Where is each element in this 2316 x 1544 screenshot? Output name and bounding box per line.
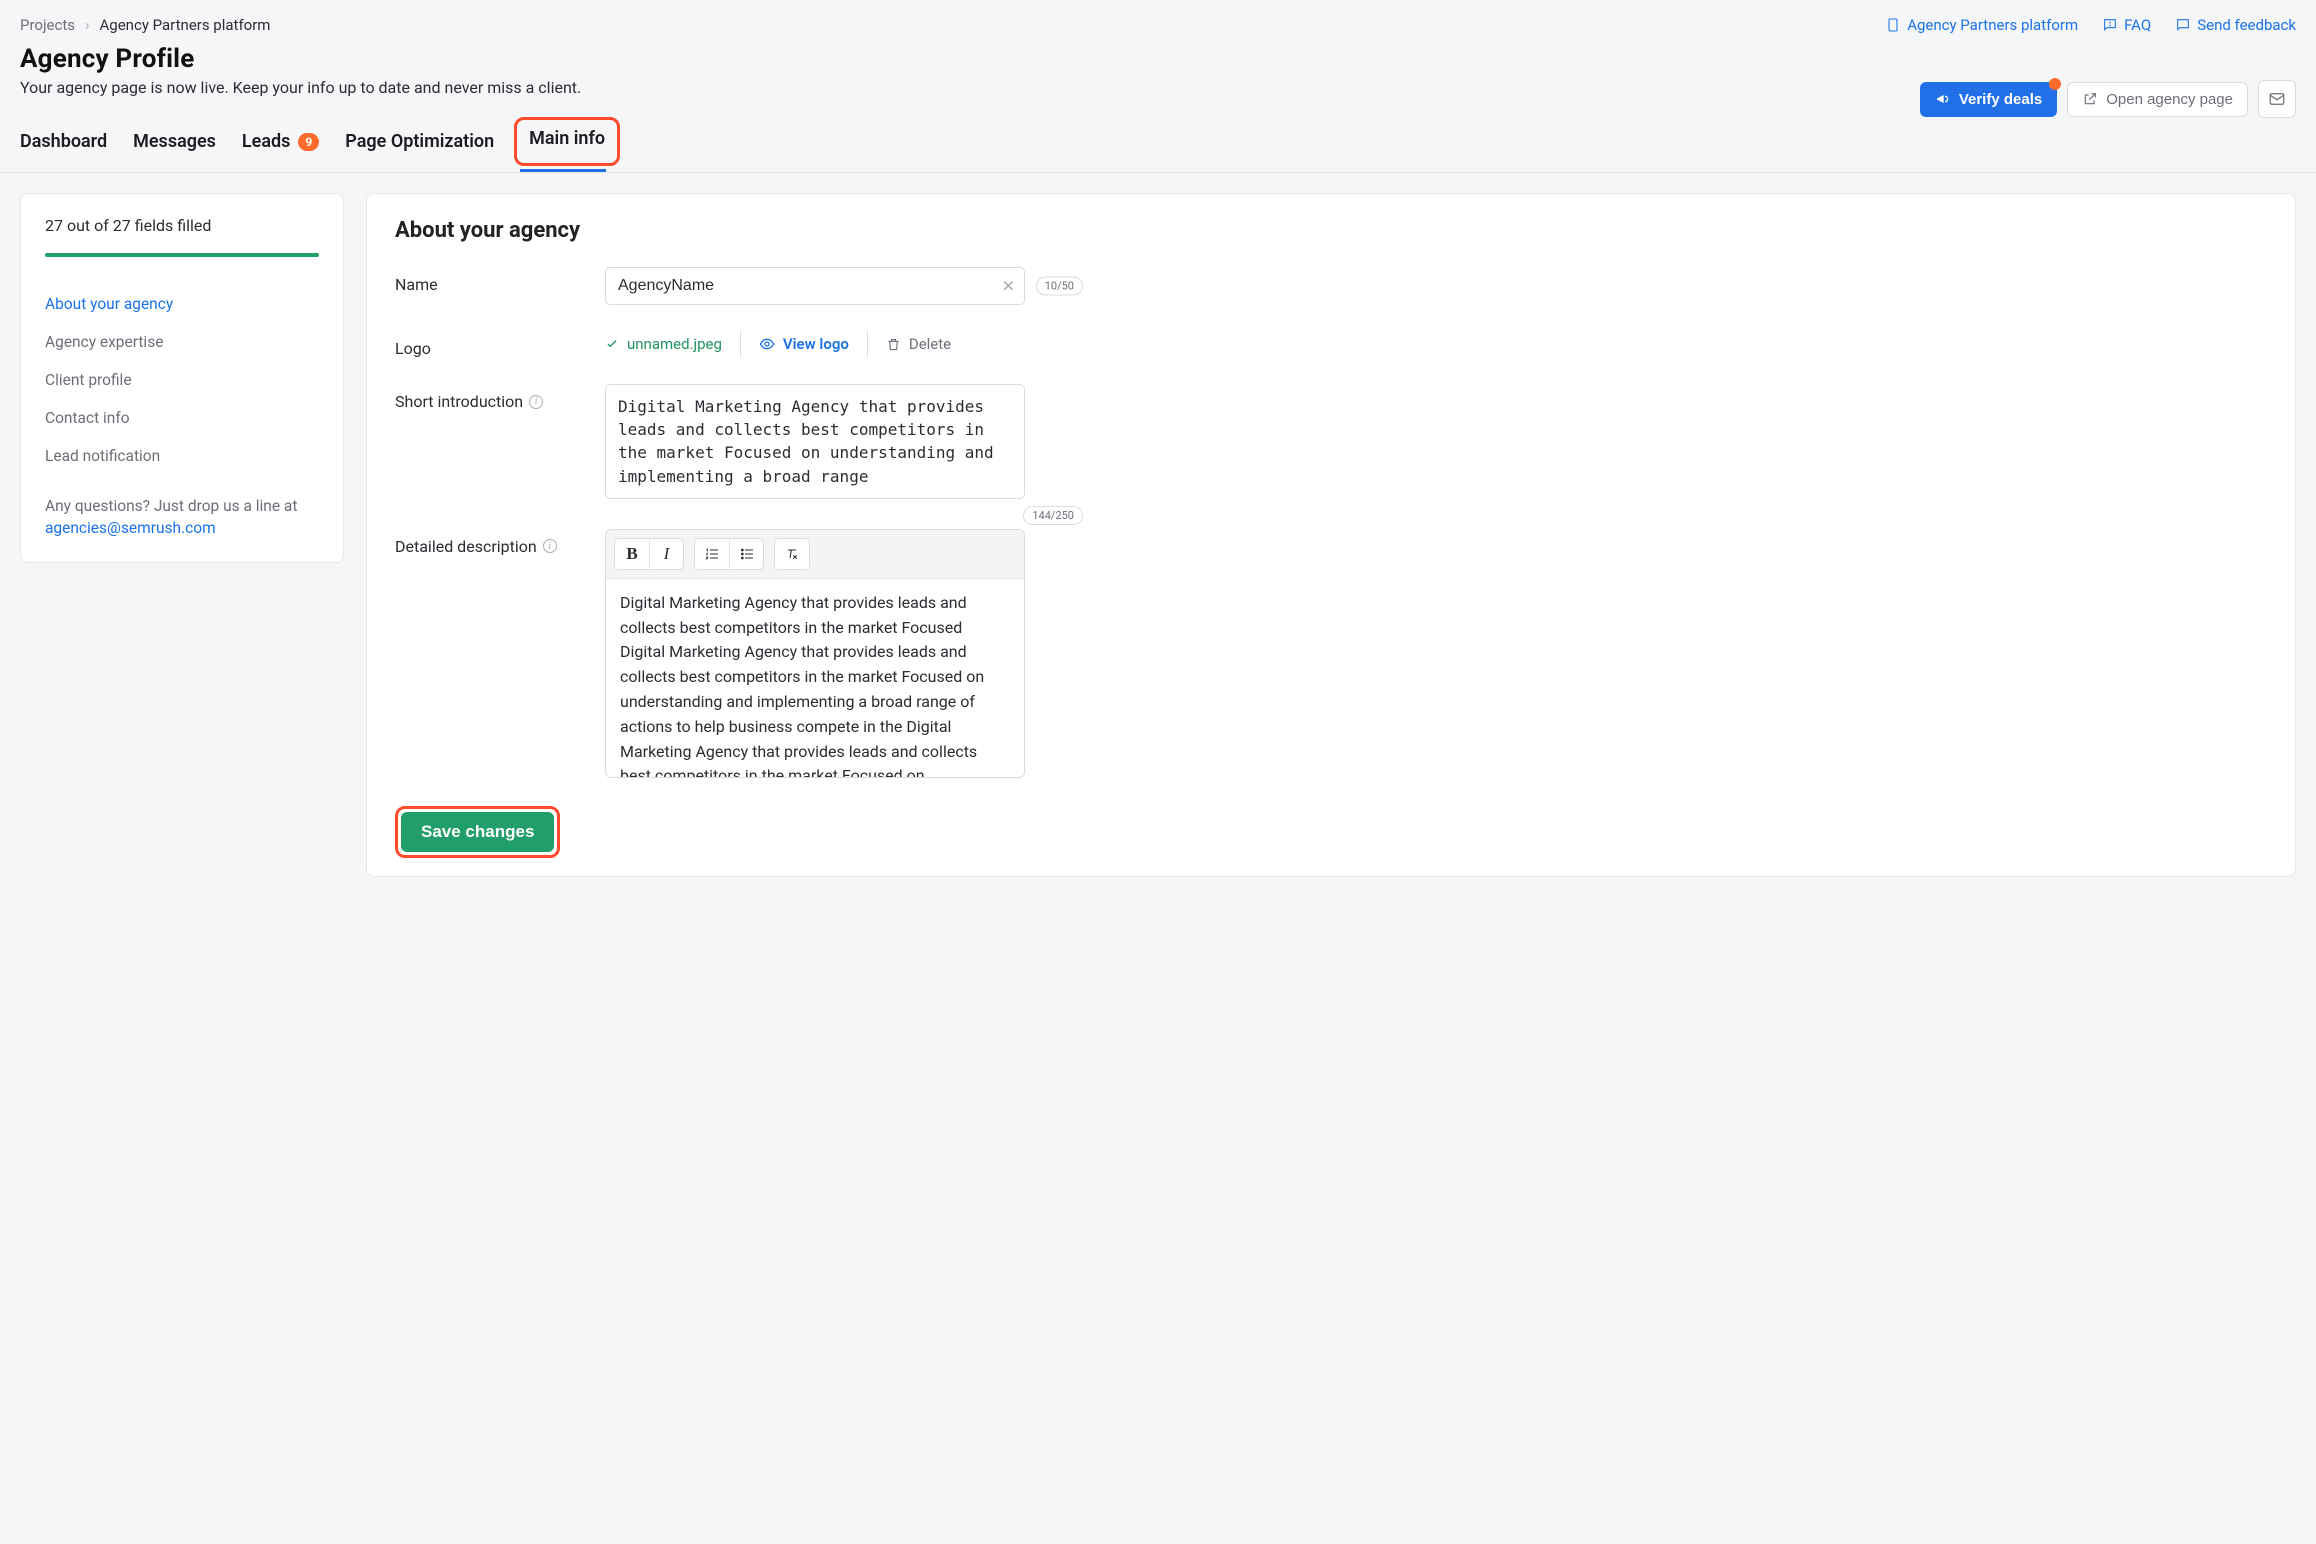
eye-icon — [759, 336, 775, 352]
row-short-intro: Short introduction i 144/250 — [395, 384, 2267, 503]
row-logo: Logo unnamed.jpeg View logo Delete — [395, 331, 2267, 358]
save-highlight: Save changes — [395, 806, 560, 858]
external-link-icon — [2082, 91, 2098, 107]
row-detailed-desc: Detailed description i B I — [395, 529, 2267, 778]
clear-format-icon — [784, 546, 800, 562]
detailed-desc-textarea[interactable]: Digital Marketing Agency that provides l… — [606, 579, 1024, 777]
label-short-intro-text: Short introduction — [395, 392, 523, 411]
view-logo-button[interactable]: View logo — [740, 331, 867, 357]
progress-label: 27 out of 27 fields filled — [45, 216, 319, 235]
link-faq-label: FAQ — [2124, 16, 2151, 34]
info-icon[interactable]: i — [543, 539, 557, 553]
rte-ordered-list-button[interactable] — [695, 539, 729, 569]
sidebar-item-lead-notification[interactable]: Lead notification — [45, 437, 319, 475]
sidebar-help-email[interactable]: agencies@semrush.com — [45, 519, 216, 537]
main-card: About your agency Name ✕ 10/50 Logo unna… — [366, 193, 2296, 877]
feedback-icon — [2175, 17, 2191, 33]
rte-toolbar: B I — [606, 530, 1024, 579]
top-links: Agency Partners platform FAQ Send feedba… — [1885, 16, 2296, 34]
short-intro-counter: 144/250 — [1023, 506, 1083, 525]
label-name: Name — [395, 267, 585, 294]
tab-main-info-highlight: Main info — [514, 117, 620, 166]
breadcrumb-current[interactable]: Agency Partners platform — [100, 16, 271, 34]
tab-main-info[interactable]: Main info — [520, 125, 614, 172]
label-short-intro: Short introduction i — [395, 384, 585, 411]
short-intro-textarea[interactable] — [605, 384, 1025, 499]
view-logo-label: View logo — [783, 335, 849, 353]
tab-messages[interactable]: Messages — [133, 131, 216, 166]
notification-dot-icon — [2049, 78, 2061, 90]
save-bar: Save changes — [395, 788, 2267, 876]
link-faq[interactable]: FAQ — [2102, 16, 2151, 34]
row-name: Name ✕ 10/50 — [395, 267, 2267, 305]
progress-bar — [45, 253, 319, 257]
megaphone-icon — [1935, 91, 1951, 107]
sidebar-nav: About your agency Agency expertise Clien… — [45, 285, 319, 475]
info-icon[interactable]: i — [529, 395, 543, 409]
sidebar-item-contact-info[interactable]: Contact info — [45, 399, 319, 437]
ordered-list-icon — [704, 546, 720, 562]
breadcrumb: Projects › Agency Partners platform — [20, 16, 270, 34]
delete-logo-button[interactable]: Delete — [867, 331, 969, 357]
mail-icon — [2268, 90, 2286, 108]
trash-icon — [886, 337, 901, 352]
inbox-button[interactable] — [2258, 80, 2296, 118]
clear-name-icon[interactable]: ✕ — [1002, 277, 1015, 296]
device-icon — [1885, 17, 1901, 33]
verify-deals-label: Verify deals — [1959, 91, 2042, 108]
faq-icon — [2102, 17, 2118, 33]
unordered-list-icon — [739, 546, 755, 562]
link-platform-label: Agency Partners platform — [1907, 16, 2078, 34]
tab-page-optimization[interactable]: Page Optimization — [345, 131, 494, 166]
label-logo: Logo — [395, 331, 585, 358]
sidebar-card: 27 out of 27 fields filled About your ag… — [20, 193, 344, 563]
sidebar-help-text: Any questions? Just drop us a line at — [45, 497, 297, 515]
logo-filename: unnamed.jpeg — [605, 331, 740, 357]
breadcrumb-root[interactable]: Projects — [20, 16, 75, 34]
sidebar-item-expertise[interactable]: Agency expertise — [45, 323, 319, 361]
sidebar-help: Any questions? Just drop us a line at ag… — [45, 495, 319, 540]
check-icon — [605, 337, 619, 351]
logo-filename-text: unnamed.jpeg — [627, 335, 722, 353]
save-changes-button[interactable]: Save changes — [401, 812, 554, 852]
tab-leads[interactable]: Leads 9 — [242, 131, 319, 166]
header-actions: Verify deals Open agency page — [1920, 80, 2296, 118]
open-agency-page-button[interactable]: Open agency page — [2067, 82, 2248, 117]
sidebar-item-client-profile[interactable]: Client profile — [45, 361, 319, 399]
chevron-right-icon: › — [85, 16, 90, 34]
label-detailed-desc: Detailed description i — [395, 529, 585, 556]
rte-clear-format-button[interactable] — [775, 539, 809, 569]
rte-unordered-list-button[interactable] — [729, 539, 763, 569]
leads-count-badge: 9 — [298, 133, 319, 151]
delete-logo-label: Delete — [909, 335, 951, 353]
rte-italic-button[interactable]: I — [649, 539, 683, 569]
link-platform[interactable]: Agency Partners platform — [1885, 16, 2078, 34]
name-input[interactable] — [605, 267, 1025, 305]
page-title: Agency Profile — [20, 44, 195, 74]
sidebar-item-about[interactable]: About your agency — [45, 285, 319, 323]
tab-main-info-label: Main info — [529, 128, 605, 149]
rte-bold-button[interactable]: B — [615, 539, 649, 569]
tab-leads-label: Leads — [242, 131, 290, 152]
label-detailed-desc-text: Detailed description — [395, 537, 537, 556]
link-feedback[interactable]: Send feedback — [2175, 16, 2296, 34]
section-heading: About your agency — [395, 218, 2267, 243]
name-counter: 10/50 — [1036, 277, 1083, 296]
rich-text-editor: B I — [605, 529, 1025, 778]
tab-dashboard[interactable]: Dashboard — [20, 131, 107, 166]
verify-deals-button[interactable]: Verify deals — [1920, 82, 2057, 117]
link-feedback-label: Send feedback — [2197, 16, 2296, 34]
open-agency-page-label: Open agency page — [2106, 91, 2233, 108]
